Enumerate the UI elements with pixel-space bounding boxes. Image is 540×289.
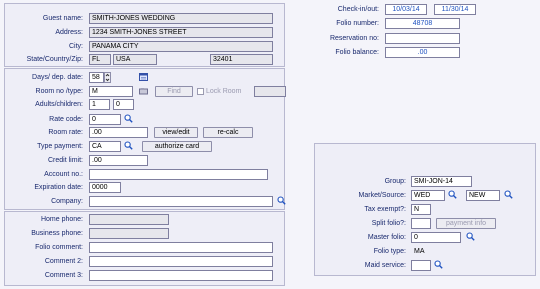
room-rate-field[interactable]: .00 — [89, 127, 148, 138]
adults-field[interactable]: 1 — [89, 99, 110, 110]
payment-info-button[interactable]: payment info — [436, 218, 496, 229]
folio-number-field[interactable]: 48708 — [385, 18, 460, 29]
market-source-label: Market/Source: — [358, 192, 406, 199]
calendar-icon[interactable] — [139, 72, 148, 81]
dep-date-stepper[interactable] — [104, 72, 111, 83]
master-folio-field[interactable]: 0 — [411, 232, 461, 243]
master-folio-label: Master folio: — [367, 234, 406, 241]
lock-room-checkbox[interactable] — [197, 88, 204, 95]
type-payment-lookup-icon[interactable] — [124, 141, 133, 150]
business-phone-field[interactable] — [89, 228, 169, 239]
folio-balance-label: Folio balance: — [335, 49, 379, 56]
comment-3-label: Comment 3: — [44, 272, 83, 279]
tax-exempt-field[interactable]: N — [411, 204, 431, 215]
credit-limit-label: Credit limit: — [47, 157, 83, 164]
children-field[interactable]: 0 — [113, 99, 134, 110]
company-field[interactable] — [89, 196, 273, 207]
room-rate-label: Room rate: — [48, 129, 83, 136]
address-field[interactable]: 1234 SMITH-JONES STREET — [89, 27, 273, 38]
folio-comment-label: Folio comment: — [35, 244, 83, 251]
rate-code-label: Rate code: — [49, 116, 83, 123]
room-plan-icon[interactable] — [139, 87, 148, 96]
split-folio-label: Split folio?: — [371, 220, 406, 227]
folio-type-field: MA — [414, 248, 425, 255]
rate-code-field[interactable]: 0 — [89, 114, 121, 125]
type-payment-field[interactable]: CA — [89, 141, 121, 152]
folio-comment-field[interactable] — [89, 242, 273, 253]
room-number-field[interactable]: M — [89, 86, 133, 97]
split-folio-field[interactable] — [411, 218, 431, 229]
recalc-button[interactable]: re-calc — [203, 127, 253, 138]
source-field[interactable]: NEW — [466, 190, 500, 201]
zip-field[interactable]: 32401 — [210, 54, 273, 65]
folio-type-label: Folio type: — [373, 248, 406, 255]
guest-name-field[interactable]: SMITH-JONES WEDDING — [89, 13, 273, 24]
market-lookup-icon[interactable] — [448, 190, 457, 199]
business-phone-label: Business phone: — [31, 230, 83, 237]
maid-service-lookup-icon[interactable] — [434, 260, 443, 269]
comment-2-label: Comment 2: — [44, 258, 83, 265]
adults-children-label: Adults/children: — [35, 101, 83, 108]
account-number-label: Account no.: — [44, 171, 83, 178]
credit-limit-field[interactable]: .00 — [89, 155, 148, 166]
home-phone-field[interactable] — [89, 214, 169, 225]
group-label: Group: — [384, 178, 406, 185]
reservation-number-field[interactable] — [385, 33, 460, 44]
guest-name-label: Guest name: — [42, 15, 83, 22]
home-phone-label: Home phone: — [40, 216, 83, 223]
days-field[interactable]: 58 — [89, 72, 104, 83]
tax-exempt-label: Tax exempt?: — [364, 206, 406, 213]
expiration-date-field[interactable]: 0000 — [89, 182, 121, 193]
company-lookup-icon[interactable] — [277, 196, 286, 205]
source-lookup-icon[interactable] — [504, 190, 513, 199]
folio-number-label: Folio number: — [336, 20, 379, 27]
group-field[interactable]: SMI-JON-14 — [411, 176, 472, 187]
check-in-out-label: Check-in/out: — [337, 6, 379, 13]
room-type-label: Room no /type: — [35, 88, 83, 95]
state-country-zip-label: State/Country/Zip: — [26, 56, 83, 63]
maid-service-label: Maid service: — [364, 262, 406, 269]
maid-service-field[interactable] — [411, 260, 431, 271]
lock-room-label: Lock Room — [206, 88, 242, 95]
country-field[interactable]: USA — [113, 54, 157, 65]
address-label: Address: — [55, 29, 83, 36]
expiration-date-label: Expiration date: — [34, 184, 83, 191]
check-in-date-field[interactable]: 10/03/14 — [385, 4, 427, 15]
master-folio-lookup-icon[interactable] — [466, 232, 475, 241]
city-field[interactable]: PANAMA CITY — [89, 41, 273, 52]
view-edit-button[interactable]: view/edit — [154, 127, 198, 138]
find-button[interactable]: Find — [155, 86, 193, 97]
rate-code-lookup-icon[interactable] — [124, 114, 133, 123]
folio-balance-field[interactable]: .00 — [385, 47, 460, 58]
comment-2-field[interactable] — [89, 256, 273, 267]
company-label: Company: — [51, 198, 83, 205]
check-out-date-field[interactable]: 11/30/14 — [434, 4, 476, 15]
comment-3-field[interactable] — [89, 270, 273, 281]
authorize-card-button[interactable]: authorize card — [142, 141, 212, 152]
city-label: City: — [69, 43, 83, 50]
type-payment-label: Type payment: — [37, 143, 83, 150]
days-dep-label: Days/ dep. date: — [32, 74, 83, 81]
market-field[interactable]: WED — [411, 190, 445, 201]
account-number-field[interactable] — [89, 169, 268, 180]
reservation-number-label: Reservation no: — [329, 35, 379, 42]
lock-room-field — [254, 86, 286, 97]
state-field[interactable]: FL — [89, 54, 111, 65]
